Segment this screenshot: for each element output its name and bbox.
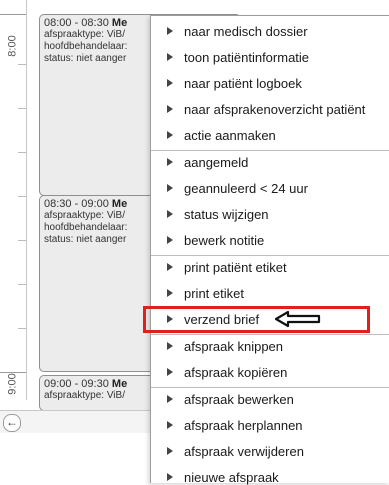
submenu-arrow-icon xyxy=(167,79,173,87)
menu-item-geannuleerd[interactable]: geannuleerd < 24 uur xyxy=(151,176,389,202)
submenu-arrow-icon xyxy=(167,158,173,166)
time-label: 8:00 xyxy=(6,35,19,57)
menu-item-patient-logboek[interactable]: naar patiënt logboek xyxy=(151,71,389,97)
menu-item-status-wijzigen[interactable]: status wijzigen xyxy=(151,202,389,228)
menu-item-print-etiket[interactable]: print etiket xyxy=(151,281,389,307)
time-label: 9:00 xyxy=(6,373,19,395)
context-menu: naar medisch dossier toon patiëntinforma… xyxy=(150,15,389,485)
time-tick xyxy=(18,64,26,65)
hour-line xyxy=(0,14,26,15)
back-arrow-icon[interactable]: ← xyxy=(3,414,21,432)
submenu-arrow-icon xyxy=(167,421,173,429)
time-tick xyxy=(18,196,26,197)
menu-item-afsprakenoverzicht[interactable]: naar afsprakenoverzicht patiënt xyxy=(151,97,389,123)
submenu-arrow-icon xyxy=(167,289,173,297)
pointer-arrow-icon xyxy=(275,310,321,328)
agenda-footer: ← xyxy=(0,410,150,433)
submenu-arrow-icon xyxy=(167,342,173,350)
submenu-arrow-icon xyxy=(167,131,173,139)
menu-item-actie-aanmaken[interactable]: actie aanmaken xyxy=(151,123,389,149)
highlight-box xyxy=(143,306,370,333)
time-column: 8:00 9:00 xyxy=(0,0,27,400)
menu-item-patientinformatie[interactable]: toon patiëntinformatie xyxy=(151,45,389,71)
menu-item-print-patient-etiket[interactable]: print patiënt etiket xyxy=(151,255,389,281)
menu-item-afspraak-bewerken[interactable]: afspraak bewerken xyxy=(151,387,389,413)
menu-item-afspraak-knippen[interactable]: afspraak knippen xyxy=(151,334,389,360)
time-tick xyxy=(18,328,26,329)
submenu-arrow-icon xyxy=(167,236,173,244)
menu-item-aangemeld[interactable]: aangemeld xyxy=(151,150,389,176)
menu-item-afspraak-verwijderen[interactable]: afspraak verwijderen xyxy=(151,439,389,465)
submenu-arrow-icon xyxy=(167,27,173,35)
menu-item-medisch-dossier[interactable]: naar medisch dossier xyxy=(151,19,389,45)
submenu-arrow-icon xyxy=(167,210,173,218)
time-tick xyxy=(18,152,26,153)
menu-item-afspraak-herplannen[interactable]: afspraak herplannen xyxy=(151,413,389,439)
menu-item-bewerk-notitie[interactable]: bewerk notitie xyxy=(151,228,389,254)
menu-item-nieuwe-afspraak[interactable]: nieuwe afspraak xyxy=(151,465,389,485)
submenu-arrow-icon xyxy=(167,368,173,376)
submenu-arrow-icon xyxy=(167,53,173,61)
submenu-arrow-icon xyxy=(167,395,173,403)
time-tick xyxy=(18,284,26,285)
menu-item-afspraak-kopieren[interactable]: afspraak kopiëren xyxy=(151,360,389,386)
time-tick xyxy=(18,240,26,241)
submenu-arrow-icon xyxy=(167,105,173,113)
submenu-arrow-icon xyxy=(167,263,173,271)
submenu-arrow-icon xyxy=(167,184,173,192)
submenu-arrow-icon xyxy=(167,473,173,481)
time-tick xyxy=(18,108,26,109)
submenu-arrow-icon xyxy=(167,447,173,455)
